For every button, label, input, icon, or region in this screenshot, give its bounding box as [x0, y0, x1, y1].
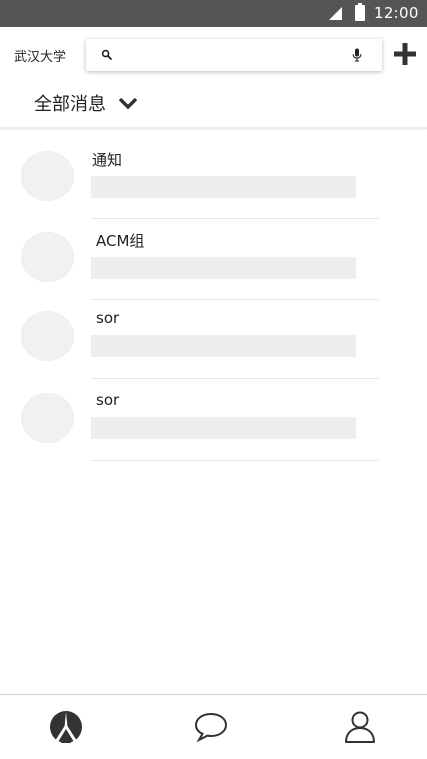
message-title: sor: [96, 391, 120, 409]
list-item[interactable]: sor: [0, 300, 427, 379]
search-bar[interactable]: [86, 39, 382, 71]
message-preview-placeholder: [91, 176, 356, 198]
list-divider: [91, 460, 379, 461]
message-filter-dropdown[interactable]: 全部消息: [34, 89, 138, 117]
search-icon: [101, 49, 112, 60]
header-divider: [0, 127, 427, 129]
message-list: 通知 ACM组 sor sor: [0, 130, 427, 461]
list-item[interactable]: ACM组: [0, 219, 427, 300]
message-preview-placeholder: [91, 417, 356, 439]
university-logo-icon: [50, 711, 82, 743]
status-bar: 12:00: [0, 0, 427, 27]
organization-name: 武汉大学: [14, 50, 67, 65]
microphone-icon[interactable]: [352, 48, 362, 62]
search-input[interactable]: [118, 44, 348, 66]
message-preview-placeholder: [91, 257, 356, 279]
avatar: [21, 393, 74, 443]
filter-label: 全部消息: [34, 94, 106, 115]
message-title: 通知: [92, 151, 123, 169]
nav-home[interactable]: [46, 709, 86, 745]
battery-icon: [355, 3, 365, 21]
avatar: [21, 151, 74, 201]
avatar: [21, 311, 74, 361]
user-profile-icon: [345, 711, 375, 743]
avatar: [21, 232, 74, 282]
nav-profile[interactable]: [340, 709, 380, 745]
bottom-navigation: [0, 694, 427, 759]
chat-bubble-icon: [194, 712, 228, 743]
message-preview-placeholder: [91, 335, 356, 357]
list-item[interactable]: 通知: [0, 130, 427, 219]
app-header: 武汉大学 全部消息: [0, 27, 427, 127]
list-item[interactable]: sor: [0, 379, 427, 461]
plus-icon[interactable]: [393, 42, 417, 66]
message-title: sor: [96, 309, 120, 327]
nav-messages[interactable]: [191, 709, 231, 745]
message-title: ACM组: [96, 232, 145, 250]
status-time: 12:00: [374, 4, 419, 22]
cell-signal-icon: [329, 7, 342, 20]
chevron-down-icon: [118, 97, 138, 110]
